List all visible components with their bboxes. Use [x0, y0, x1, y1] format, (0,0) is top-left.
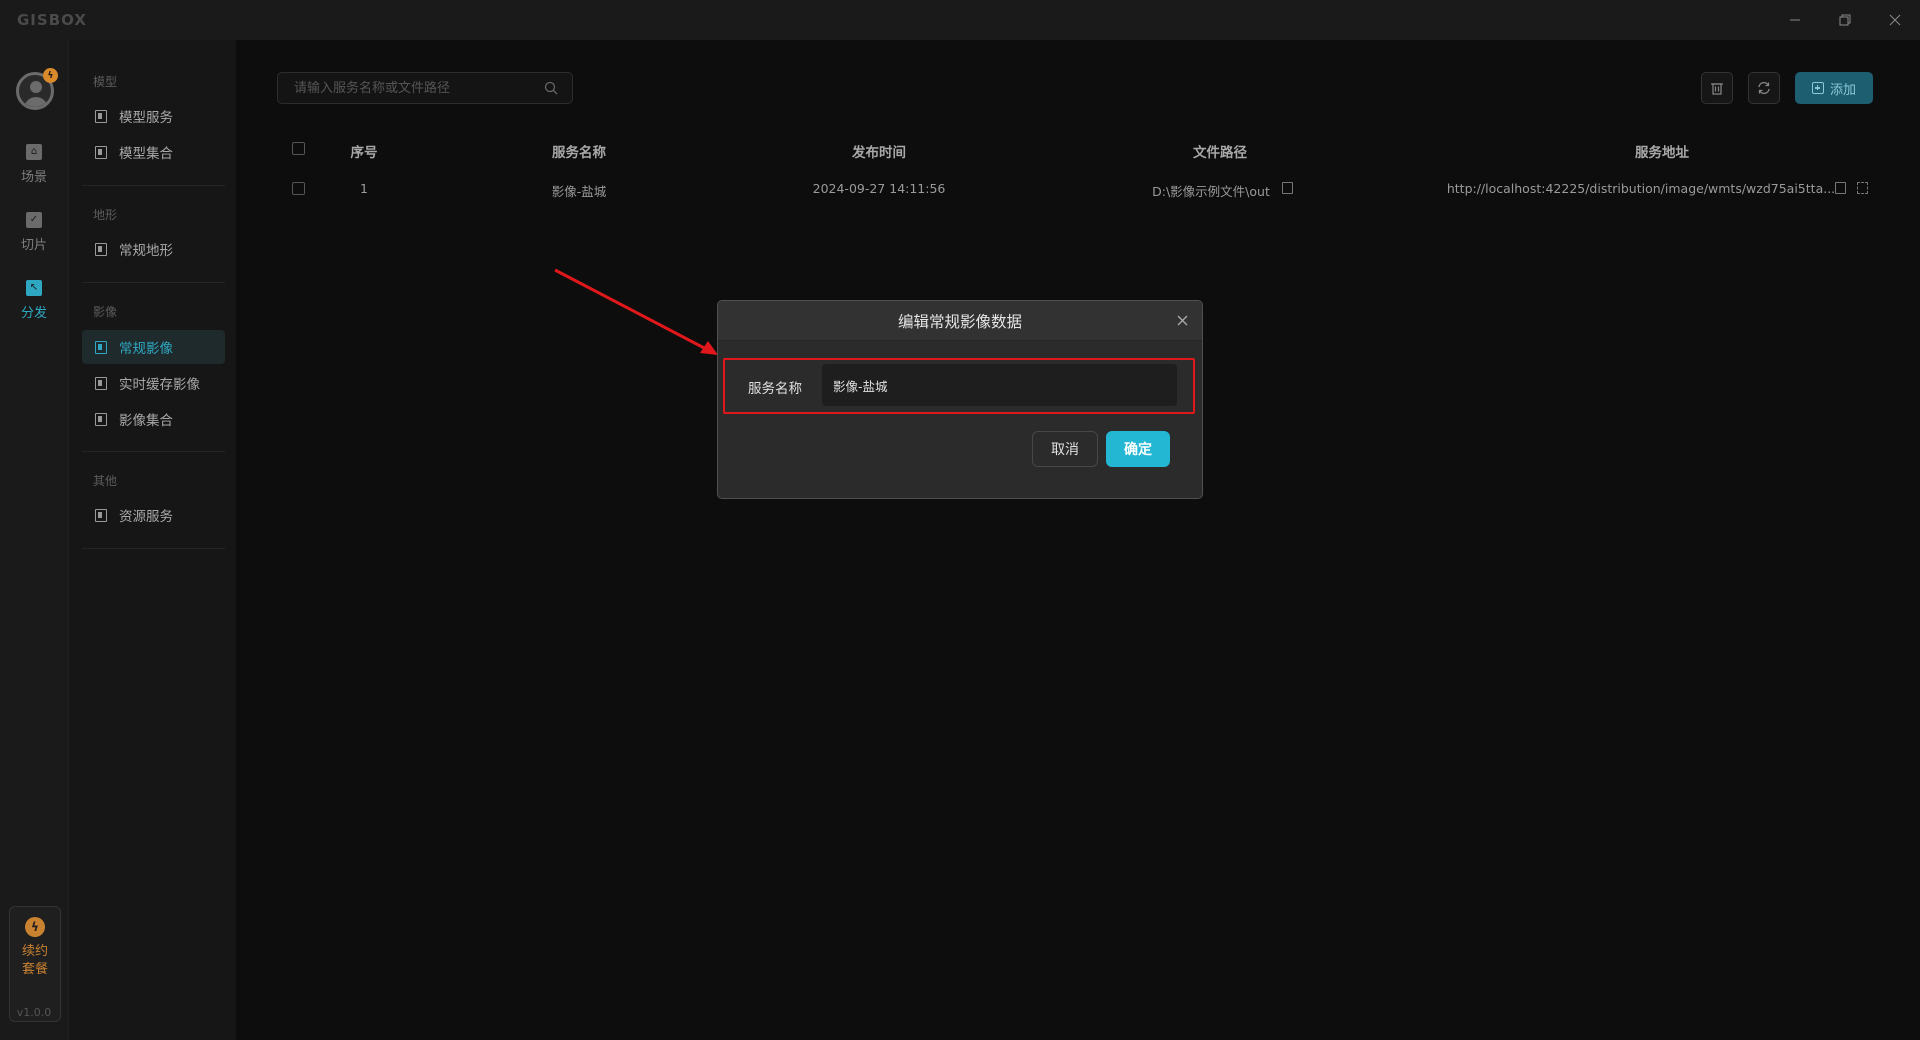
restore-icon: [1839, 14, 1851, 26]
service-name-label: 服务名称: [748, 381, 802, 397]
rail-label-distribute: 分发: [20, 305, 47, 321]
rail-item-scene[interactable]: ⌂ 场景: [0, 138, 68, 190]
refresh-icon: [1758, 81, 1770, 95]
renew-plan-button[interactable]: ϟ 续约 套餐: [9, 906, 61, 1022]
nav-label: 实时缓存影像: [119, 377, 200, 393]
row-checkbox[interactable]: [292, 182, 305, 195]
group-title-model: 模型: [93, 75, 118, 89]
cell-published: 2024-09-27 14:11:56: [812, 181, 946, 196]
nav-item-resource-service[interactable]: 资源服务: [82, 498, 225, 532]
column-header-index: 序号: [350, 145, 378, 161]
add-button[interactable]: 添加: [1795, 72, 1873, 104]
cell-path: D:\影像示例文件\out: [1152, 184, 1270, 199]
add-label: 添加: [1829, 82, 1856, 98]
minimize-icon: [1790, 19, 1800, 21]
nav-item-model-collection[interactable]: 模型集合: [82, 135, 225, 169]
cancel-button[interactable]: 取消: [1032, 431, 1098, 467]
nav-label: 常规影像: [119, 341, 173, 357]
nav-label: 资源服务: [119, 509, 173, 525]
imagery-collection-icon: [95, 412, 107, 426]
cell-url: http://localhost:42225/distribution/imag…: [1446, 181, 1836, 196]
close-icon: [1889, 14, 1901, 26]
rail-item-slice[interactable]: ✓ 切片: [0, 206, 68, 258]
close-window-button[interactable]: [1870, 0, 1920, 40]
divider: [82, 451, 225, 452]
confirm-button[interactable]: 确定: [1106, 431, 1170, 467]
minimize-button[interactable]: [1770, 0, 1820, 40]
distribute-icon: ↖: [26, 279, 42, 296]
divider: [82, 282, 225, 283]
rail-label-slice: 切片: [20, 237, 47, 253]
nav-label: 模型集合: [119, 146, 173, 162]
rail-label-scene: 场景: [20, 169, 47, 185]
divider: [82, 185, 225, 186]
title-bar: GISBOX: [0, 0, 1920, 40]
copy-icon[interactable]: [1835, 182, 1846, 194]
trash-icon: [1711, 83, 1723, 95]
nav-label: 影像集合: [119, 413, 173, 429]
group-title-terrain: 地形: [93, 208, 118, 222]
renew-label-line1: 续约: [21, 944, 48, 959]
refresh-button[interactable]: [1748, 72, 1780, 104]
nav-label: 模型服务: [119, 110, 173, 126]
open-folder-icon[interactable]: [1282, 182, 1293, 194]
column-header-published: 发布时间: [852, 145, 906, 161]
renew-label-line2: 套餐: [21, 962, 48, 977]
resource-icon: [95, 508, 107, 522]
nav-item-imagery-collection[interactable]: 影像集合: [82, 402, 225, 436]
search-icon[interactable]: [544, 81, 558, 95]
column-header-name: 服务名称: [552, 145, 606, 161]
collection-icon: [95, 145, 107, 159]
dialog-close-button[interactable]: [1174, 312, 1190, 328]
edit-imagery-dialog: 编辑常规影像数据 服务名称 取消 确定: [717, 300, 1203, 499]
terrain-icon: [95, 242, 107, 256]
service-name-input[interactable]: [822, 364, 1177, 406]
search-box: [277, 72, 573, 104]
group-title-other: 其他: [93, 474, 118, 488]
dialog-header: 编辑常规影像数据: [718, 301, 1202, 341]
restore-button[interactable]: [1820, 0, 1870, 40]
cell-index: 1: [360, 181, 368, 196]
nav-item-cache-imagery[interactable]: 实时缓存影像: [82, 366, 225, 400]
home-icon: ⌂: [26, 143, 42, 160]
dialog-title: 编辑常规影像数据: [897, 312, 1022, 331]
search-input[interactable]: [278, 73, 528, 103]
version-label: v1.0.0: [16, 1006, 52, 1019]
nav-label: 常规地形: [119, 243, 173, 259]
imagery-icon: [95, 340, 107, 354]
group-title-imagery: 影像: [93, 305, 118, 319]
column-header-path: 文件路径: [1193, 145, 1247, 161]
cache-imagery-icon: [95, 376, 107, 390]
model-icon: [95, 109, 107, 123]
sub-navigation: 模型 模型服务 模型集合 地形 常规地形 影像 常规影像 实时缓存影像 影像集合…: [68, 40, 236, 1040]
main-content: 添加 序号 服务名称 发布时间 文件路径 服务地址 1 影像-盐城 2024-0…: [236, 40, 1920, 1040]
divider: [82, 548, 225, 549]
app-logo: GISBOX: [17, 11, 87, 29]
column-header-url: 服务地址: [1635, 145, 1689, 161]
plus-icon: [1811, 82, 1824, 94]
select-all-checkbox[interactable]: [292, 142, 305, 155]
delete-button[interactable]: [1701, 72, 1733, 104]
nav-item-terrain[interactable]: 常规地形: [82, 232, 225, 266]
rail-item-distribute[interactable]: ↖ 分发: [0, 274, 68, 326]
qrcode-icon[interactable]: [1857, 182, 1868, 194]
nav-item-model-service[interactable]: 模型服务: [82, 99, 225, 133]
icon-rail: ϟ ⌂ 场景 ✓ 切片 ↖ 分发 ϟ 续约 套餐 v1.0.0: [0, 40, 68, 1040]
window-controls: [1770, 0, 1920, 40]
cell-name: 影像-盐城: [551, 184, 607, 199]
nav-item-regular-imagery[interactable]: 常规影像: [82, 330, 225, 364]
lightning-badge-icon: ϟ: [43, 68, 58, 83]
slice-icon: ✓: [26, 211, 42, 228]
close-icon: [1177, 315, 1187, 325]
lightning-icon: ϟ: [25, 917, 45, 937]
service-name-field-highlight: 服务名称: [723, 358, 1195, 414]
